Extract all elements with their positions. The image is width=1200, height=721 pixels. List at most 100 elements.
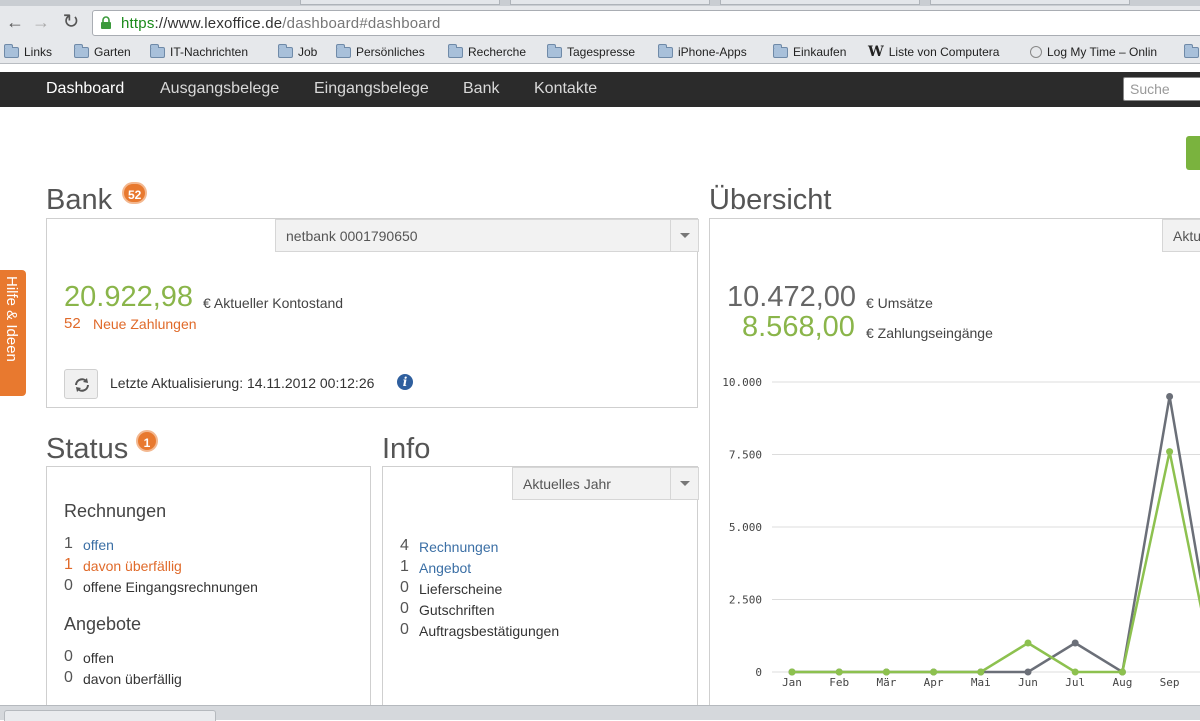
nav-kontakte[interactable]: Kontakte: [534, 80, 597, 98]
data-point[interactable]: [977, 668, 985, 676]
reload-icon[interactable]: ↻: [60, 11, 82, 33]
x-tick-label: Jun: [1018, 676, 1038, 689]
umsatz-label: € Umsätze: [866, 295, 933, 311]
bookmark-recherche[interactable]: Recherche: [448, 43, 526, 60]
info-title: Info: [382, 433, 431, 465]
download-shelf-item[interactable]: [4, 710, 216, 721]
bookmark-einkaufen[interactable]: Einkaufen: [773, 43, 846, 60]
status-count: 1: [64, 556, 73, 573]
bank-badge: 52: [122, 182, 148, 204]
back-icon[interactable]: ←: [4, 11, 26, 33]
info-angebot-link[interactable]: Angebot: [419, 560, 471, 576]
status-title: Status: [46, 433, 129, 465]
series-line-0: [792, 396, 1200, 675]
info-count: 0: [400, 621, 409, 638]
bookmark-log-my-time[interactable]: Log My Time – Onlin: [1030, 44, 1157, 60]
info-rechnungen-link[interactable]: Rechnungen: [419, 539, 498, 555]
wikipedia-icon: W: [868, 44, 884, 60]
x-tick-label: Jul: [1065, 676, 1085, 689]
x-tick-label: Aug: [1112, 676, 1132, 689]
data-point[interactable]: [1024, 639, 1032, 647]
folder-icon: [74, 43, 89, 58]
folder-icon: [658, 43, 673, 58]
bookmark-garten[interactable]: Garten: [74, 43, 131, 60]
folder-icon: [4, 43, 19, 58]
info-icon[interactable]: i: [397, 374, 413, 390]
data-point[interactable]: [1118, 668, 1126, 676]
account-select-value: netbank 0001790650: [286, 228, 418, 244]
app-nav-bar: Dashboard Ausgangsbelege Eingangsbelege …: [0, 72, 1200, 107]
y-tick-label: 10.000: [722, 376, 762, 389]
bookmark-persoenliches[interactable]: Persönliches: [336, 43, 425, 60]
new-payments-link[interactable]: Neue Zahlungen: [93, 316, 197, 332]
data-point[interactable]: [1166, 393, 1174, 400]
bookmark-it-nachrichten[interactable]: IT-Nachrichten: [150, 43, 248, 60]
x-tick-label: Apr: [924, 676, 944, 689]
data-point[interactable]: [930, 668, 938, 676]
overview-title: Übersicht: [709, 184, 832, 216]
y-tick-label: 7.500: [729, 449, 762, 462]
account-select[interactable]: netbank 0001790650: [275, 219, 699, 252]
bookmarks-overflow[interactable]: [1184, 43, 1199, 60]
bookmark-liste-von-computern[interactable]: W Liste von Computera: [868, 44, 999, 60]
forward-icon[interactable]: →: [30, 11, 52, 33]
y-tick-label: 5.000: [729, 521, 762, 534]
rechnungen-offen-link[interactable]: offen: [83, 537, 114, 553]
data-point[interactable]: [1071, 639, 1079, 647]
nav-bank[interactable]: Bank: [463, 80, 499, 98]
overview-period-select[interactable]: Aktu: [1162, 219, 1200, 252]
bookmark-tagespresse[interactable]: Tagespresse: [547, 43, 635, 60]
bookmarks-bar: Links Garten IT-Nachrichten Job Persönli…: [0, 40, 1200, 64]
zahlungseingaenge-value: 8.568,00: [742, 311, 855, 343]
rechnungen-ueberfaellig-link[interactable]: davon überfällig: [83, 558, 182, 574]
folder-icon: [1184, 43, 1199, 58]
primary-action-button[interactable]: [1186, 136, 1200, 170]
help-ideas-tab[interactable]: Hilfe & Ideen: [0, 270, 26, 396]
bookmark-job[interactable]: Job: [278, 43, 317, 60]
x-tick-label: Sep: [1160, 676, 1180, 689]
offene-eingangsrechnungen-label: offene Eingangsrechnungen: [83, 579, 258, 595]
info-period-select[interactable]: Aktuelles Jahr: [512, 467, 699, 500]
address-bar[interactable]: https://www.lexoffice.de/dashboard#dashb…: [92, 10, 1200, 36]
browser-tab[interactable]: [300, 0, 500, 5]
bookmark-iphone-apps[interactable]: iPhone-Apps: [658, 43, 747, 60]
x-tick-label: Mär: [876, 676, 896, 689]
nav-dashboard[interactable]: Dashboard: [46, 80, 124, 98]
data-point[interactable]: [1071, 668, 1079, 676]
chevron-down-icon: [670, 468, 698, 499]
browser-tab[interactable]: [510, 0, 710, 5]
browser-tab[interactable]: [720, 0, 920, 5]
folder-icon: [336, 43, 351, 58]
y-tick-label: 0: [755, 666, 762, 679]
new-payments-count: 52: [64, 315, 81, 332]
status-count: 1: [64, 535, 73, 552]
bank-title: Bank: [46, 184, 113, 216]
nav-eingangsbelege[interactable]: Eingangsbelege: [314, 80, 429, 98]
nav-ausgangsbelege[interactable]: Ausgangsbelege: [160, 80, 279, 98]
info-count: 1: [400, 558, 409, 575]
overview-line-chart: 10.000 7.500 5.000 2.500 0 Jan Feb Mär Apr Mai Jun…: [722, 376, 1200, 689]
info-auftragsbestaetigungen-label: Auftragsbestätigungen: [419, 623, 560, 639]
bank-balance-label: € Aktueller Kontostand: [203, 295, 344, 311]
browser-toolbar: ← → ↻ https://www.lexoffice.de/dashboard…: [0, 6, 1200, 40]
status-badge: 1: [136, 430, 158, 452]
umsatz-value: 10.472,00: [727, 281, 857, 313]
data-point[interactable]: [1166, 448, 1174, 456]
bookmark-links[interactable]: Links: [4, 43, 52, 60]
overview-period-select-value: Aktu: [1173, 228, 1200, 244]
status-count: 0: [64, 577, 73, 594]
status-count: 0: [64, 669, 73, 686]
search-input[interactable]: Suche: [1123, 77, 1200, 101]
angebote-heading: Angebote: [64, 614, 142, 634]
data-point[interactable]: [788, 668, 796, 676]
browser-tab[interactable]: [930, 0, 1130, 5]
folder-icon: [150, 43, 165, 58]
data-point[interactable]: [835, 668, 843, 676]
rechnungen-heading: Rechnungen: [64, 501, 167, 521]
y-tick-label: 2.500: [729, 594, 762, 607]
data-point[interactable]: [1024, 668, 1032, 676]
refresh-button[interactable]: [64, 369, 98, 399]
x-tick-label: Feb: [829, 676, 849, 689]
clock-icon: [1030, 46, 1042, 58]
data-point[interactable]: [882, 668, 890, 676]
